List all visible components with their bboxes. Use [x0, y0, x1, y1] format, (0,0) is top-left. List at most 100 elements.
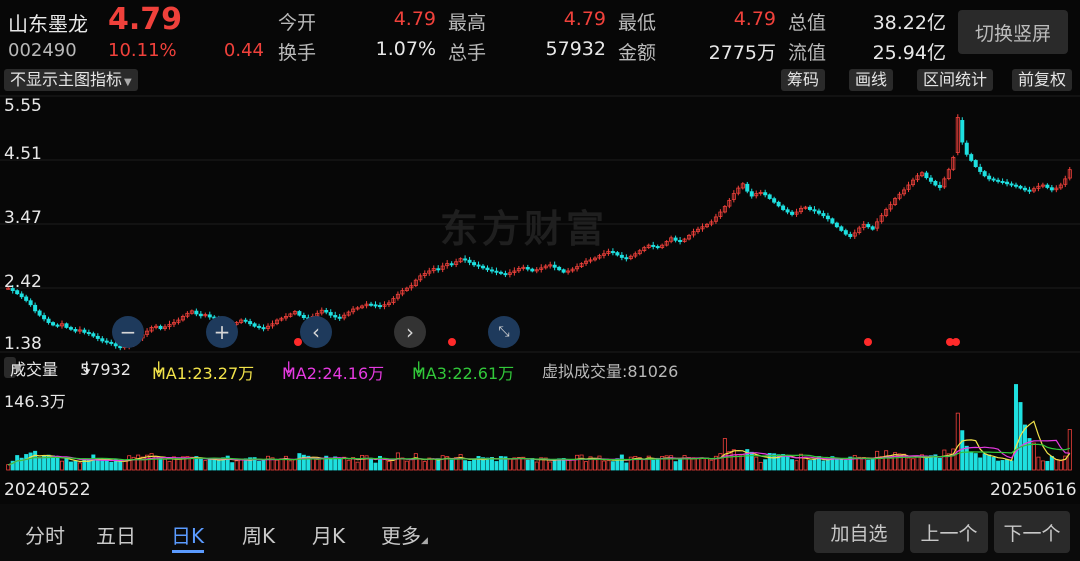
y-tick-2: 4.51 [4, 144, 42, 164]
volume-bar [203, 460, 208, 471]
volume-bar [673, 461, 678, 471]
collapse-button[interactable]: ⤡ [488, 316, 520, 348]
total-hands-value: 57932 [545, 38, 606, 60]
candle-body [257, 325, 262, 328]
candle-body [481, 265, 486, 269]
candle-body [991, 178, 996, 181]
candle-body [100, 338, 105, 342]
volume-bar [33, 450, 38, 471]
volume-bar [355, 461, 360, 471]
candle-body [73, 329, 78, 332]
volume-select[interactable]: 成交量 ▼ [4, 357, 58, 379]
switch-portrait-button[interactable]: 切换竖屏 [958, 10, 1068, 54]
candle-body [28, 300, 33, 306]
candle-body [866, 224, 871, 228]
tab-more[interactable]: 更多◢ [381, 520, 428, 549]
volume-bar [942, 449, 947, 471]
indicator-select-label: 不显示主图指标 [10, 70, 123, 89]
high-label: 最高 [448, 12, 487, 34]
chevron-left-icon: ‹ [312, 320, 320, 344]
volume-bar [987, 454, 992, 471]
volume-bar [857, 456, 862, 471]
prev-stock-button[interactable]: 上一个 [910, 511, 988, 553]
volume-bar [64, 458, 69, 471]
candle-body [476, 264, 481, 267]
indicator-select[interactable]: 不显示主图指标 ▼ [4, 69, 138, 91]
open-value: 4.79 [393, 8, 436, 30]
candle-body [928, 177, 933, 182]
stock-price: 4.79 [108, 2, 183, 37]
candle-body [678, 240, 683, 243]
active-tab-indicator [172, 550, 204, 553]
volume-bar [73, 460, 78, 471]
volume-bar [463, 460, 468, 471]
zoom-in-button[interactable]: + [206, 316, 238, 348]
candle-body [373, 304, 378, 307]
volume-bar [642, 458, 647, 471]
range-stats-button[interactable]: 区间统计 [917, 69, 994, 91]
volume-bar [1058, 460, 1063, 471]
volume-bar [991, 457, 996, 471]
volume-bar [82, 458, 87, 471]
volume-bar [288, 460, 293, 471]
volume-bar [821, 460, 826, 471]
volume-bar [709, 459, 714, 471]
candle-body [834, 222, 839, 228]
volume-bar [740, 454, 745, 471]
volume-bar [749, 451, 754, 471]
volume-bar [619, 454, 624, 471]
candle-body [158, 325, 163, 330]
scroll-left-button[interactable]: ‹ [300, 316, 332, 348]
volume-bar [136, 454, 141, 471]
volume-bar [122, 460, 127, 471]
candle-body [377, 305, 382, 308]
candle-body [1005, 181, 1010, 185]
candle-body [557, 266, 562, 271]
candle-body [848, 233, 853, 237]
volume-bar [1036, 456, 1041, 471]
tab-weekly-k[interactable]: 周K [242, 520, 275, 549]
volume-bar [584, 461, 589, 471]
volume-bar [386, 461, 391, 471]
volume-bar [55, 456, 60, 471]
volume-bar [1000, 460, 1005, 471]
tab-monthly-k[interactable]: 月K [312, 520, 345, 549]
dropdown-triangle-icon: ▼ [14, 364, 22, 375]
low-value: 4.79 [733, 8, 776, 30]
candle-body [194, 310, 199, 315]
volume-bar [109, 461, 114, 471]
volume-bar [395, 452, 400, 471]
volume-bar [655, 457, 660, 471]
candle-body [64, 323, 69, 328]
volume-bar [1009, 460, 1014, 471]
end-date: 20250616 [990, 480, 1077, 500]
volume-bar [799, 453, 804, 471]
candle-body [552, 264, 557, 268]
candle-body [109, 341, 114, 344]
volume-bar [960, 430, 965, 471]
candle-body [785, 209, 790, 213]
candle-body [489, 269, 494, 272]
draw-line-button[interactable]: 画线 [849, 69, 894, 91]
volume-bar [888, 457, 893, 471]
volume-chart[interactable] [0, 380, 1080, 474]
zoom-out-button[interactable]: − [112, 316, 144, 348]
volume-bar [431, 458, 436, 471]
volume-bar [696, 457, 701, 471]
amount-value: 2775万 [708, 42, 776, 64]
candle-body [1009, 183, 1014, 186]
volume-bar [512, 457, 517, 471]
volume-bar [216, 459, 221, 471]
chips-button[interactable]: 筹码 [781, 69, 826, 91]
candle-body [767, 194, 772, 199]
next-stock-button[interactable]: 下一个 [994, 511, 1070, 553]
add-watchlist-button[interactable]: 加自选 [814, 511, 904, 553]
tab-intraday[interactable]: 分时 [25, 520, 65, 549]
tab-five-day[interactable]: 五日 [96, 520, 136, 549]
volume-bar [163, 458, 168, 471]
volume-bar [610, 461, 615, 471]
candle-body [1000, 180, 1005, 183]
tab-daily-k[interactable]: 日K [171, 520, 204, 549]
adjust-mode-button[interactable]: 前复权 [1012, 69, 1073, 91]
scroll-right-button[interactable]: › [394, 316, 426, 348]
